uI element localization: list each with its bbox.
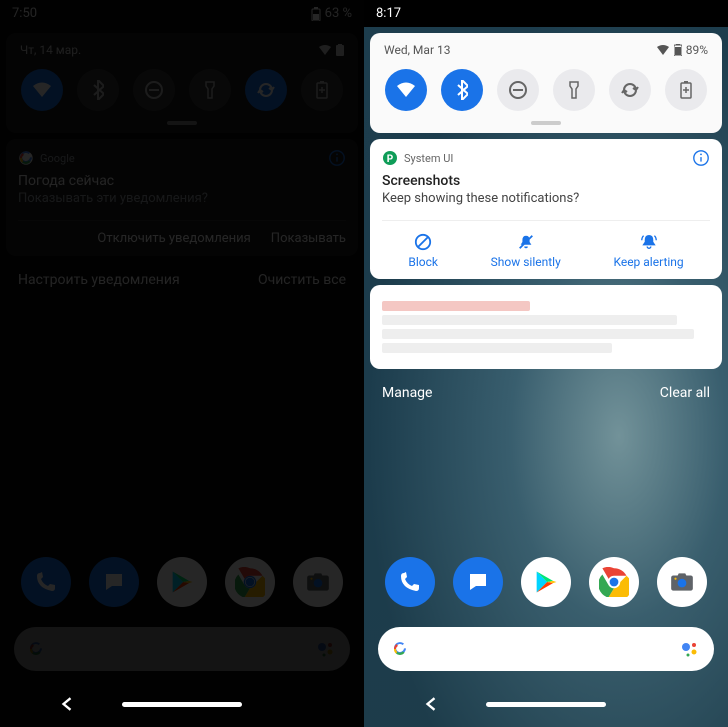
nav-bar bbox=[364, 681, 728, 727]
search-bar[interactable] bbox=[378, 627, 714, 671]
block-button[interactable]: Block bbox=[408, 233, 438, 269]
nav-bar bbox=[0, 681, 364, 727]
play-store-app[interactable] bbox=[521, 557, 571, 607]
dim-overlay bbox=[0, 0, 364, 727]
battery-icon bbox=[674, 44, 682, 56]
qs-wifi[interactable] bbox=[385, 69, 427, 111]
quick-settings-panel: Wed, Mar 13 89% bbox=[370, 33, 722, 133]
redacted-notification[interactable] bbox=[370, 285, 722, 369]
chrome-app[interactable] bbox=[589, 557, 639, 607]
qs-autorotate[interactable] bbox=[609, 69, 651, 111]
qs-dnd[interactable] bbox=[497, 69, 539, 111]
screenshot-dark: 7:50 63 % Чт, 14 мар. Google bbox=[0, 0, 364, 727]
home-button[interactable] bbox=[486, 702, 606, 707]
back-button[interactable] bbox=[424, 697, 438, 711]
home-button[interactable] bbox=[122, 702, 242, 707]
notif-body: Keep showing these notifications? bbox=[382, 191, 710, 206]
messages-app[interactable] bbox=[453, 557, 503, 607]
phone-app[interactable] bbox=[385, 557, 435, 607]
svg-text:P: P bbox=[387, 154, 394, 165]
qs-flashlight[interactable] bbox=[553, 69, 595, 111]
back-button[interactable] bbox=[60, 697, 74, 711]
notif-app: System UI bbox=[404, 152, 453, 165]
google-icon bbox=[392, 641, 408, 657]
screenshot-light: 8:17 Wed, Mar 13 89% P System UI Screens… bbox=[364, 0, 728, 727]
qs-battery-saver[interactable] bbox=[665, 69, 707, 111]
show-silently-button[interactable]: Show silently bbox=[491, 233, 561, 269]
qs-bluetooth[interactable] bbox=[441, 69, 483, 111]
camera-app[interactable] bbox=[657, 557, 707, 607]
assistant-icon[interactable] bbox=[680, 639, 700, 659]
battery-pct: 89% bbox=[686, 43, 708, 57]
info-icon[interactable] bbox=[692, 149, 710, 167]
notification-card[interactable]: P System UI Screenshots Keep showing the… bbox=[370, 139, 722, 279]
keep-alerting-button[interactable]: Keep alerting bbox=[613, 233, 683, 269]
qs-date: Wed, Mar 13 bbox=[384, 43, 450, 57]
clear-all-button[interactable]: Clear all bbox=[660, 385, 710, 401]
panel-handle[interactable] bbox=[531, 121, 561, 125]
notif-title: Screenshots bbox=[382, 173, 710, 189]
app-dock bbox=[364, 557, 728, 607]
wifi-signal-icon bbox=[656, 44, 670, 56]
status-bar: 8:17 bbox=[364, 0, 728, 27]
qs-toggles bbox=[378, 65, 714, 115]
system-ui-icon: P bbox=[382, 150, 398, 166]
clock: 8:17 bbox=[376, 6, 401, 21]
manage-button[interactable]: Manage bbox=[382, 385, 432, 401]
